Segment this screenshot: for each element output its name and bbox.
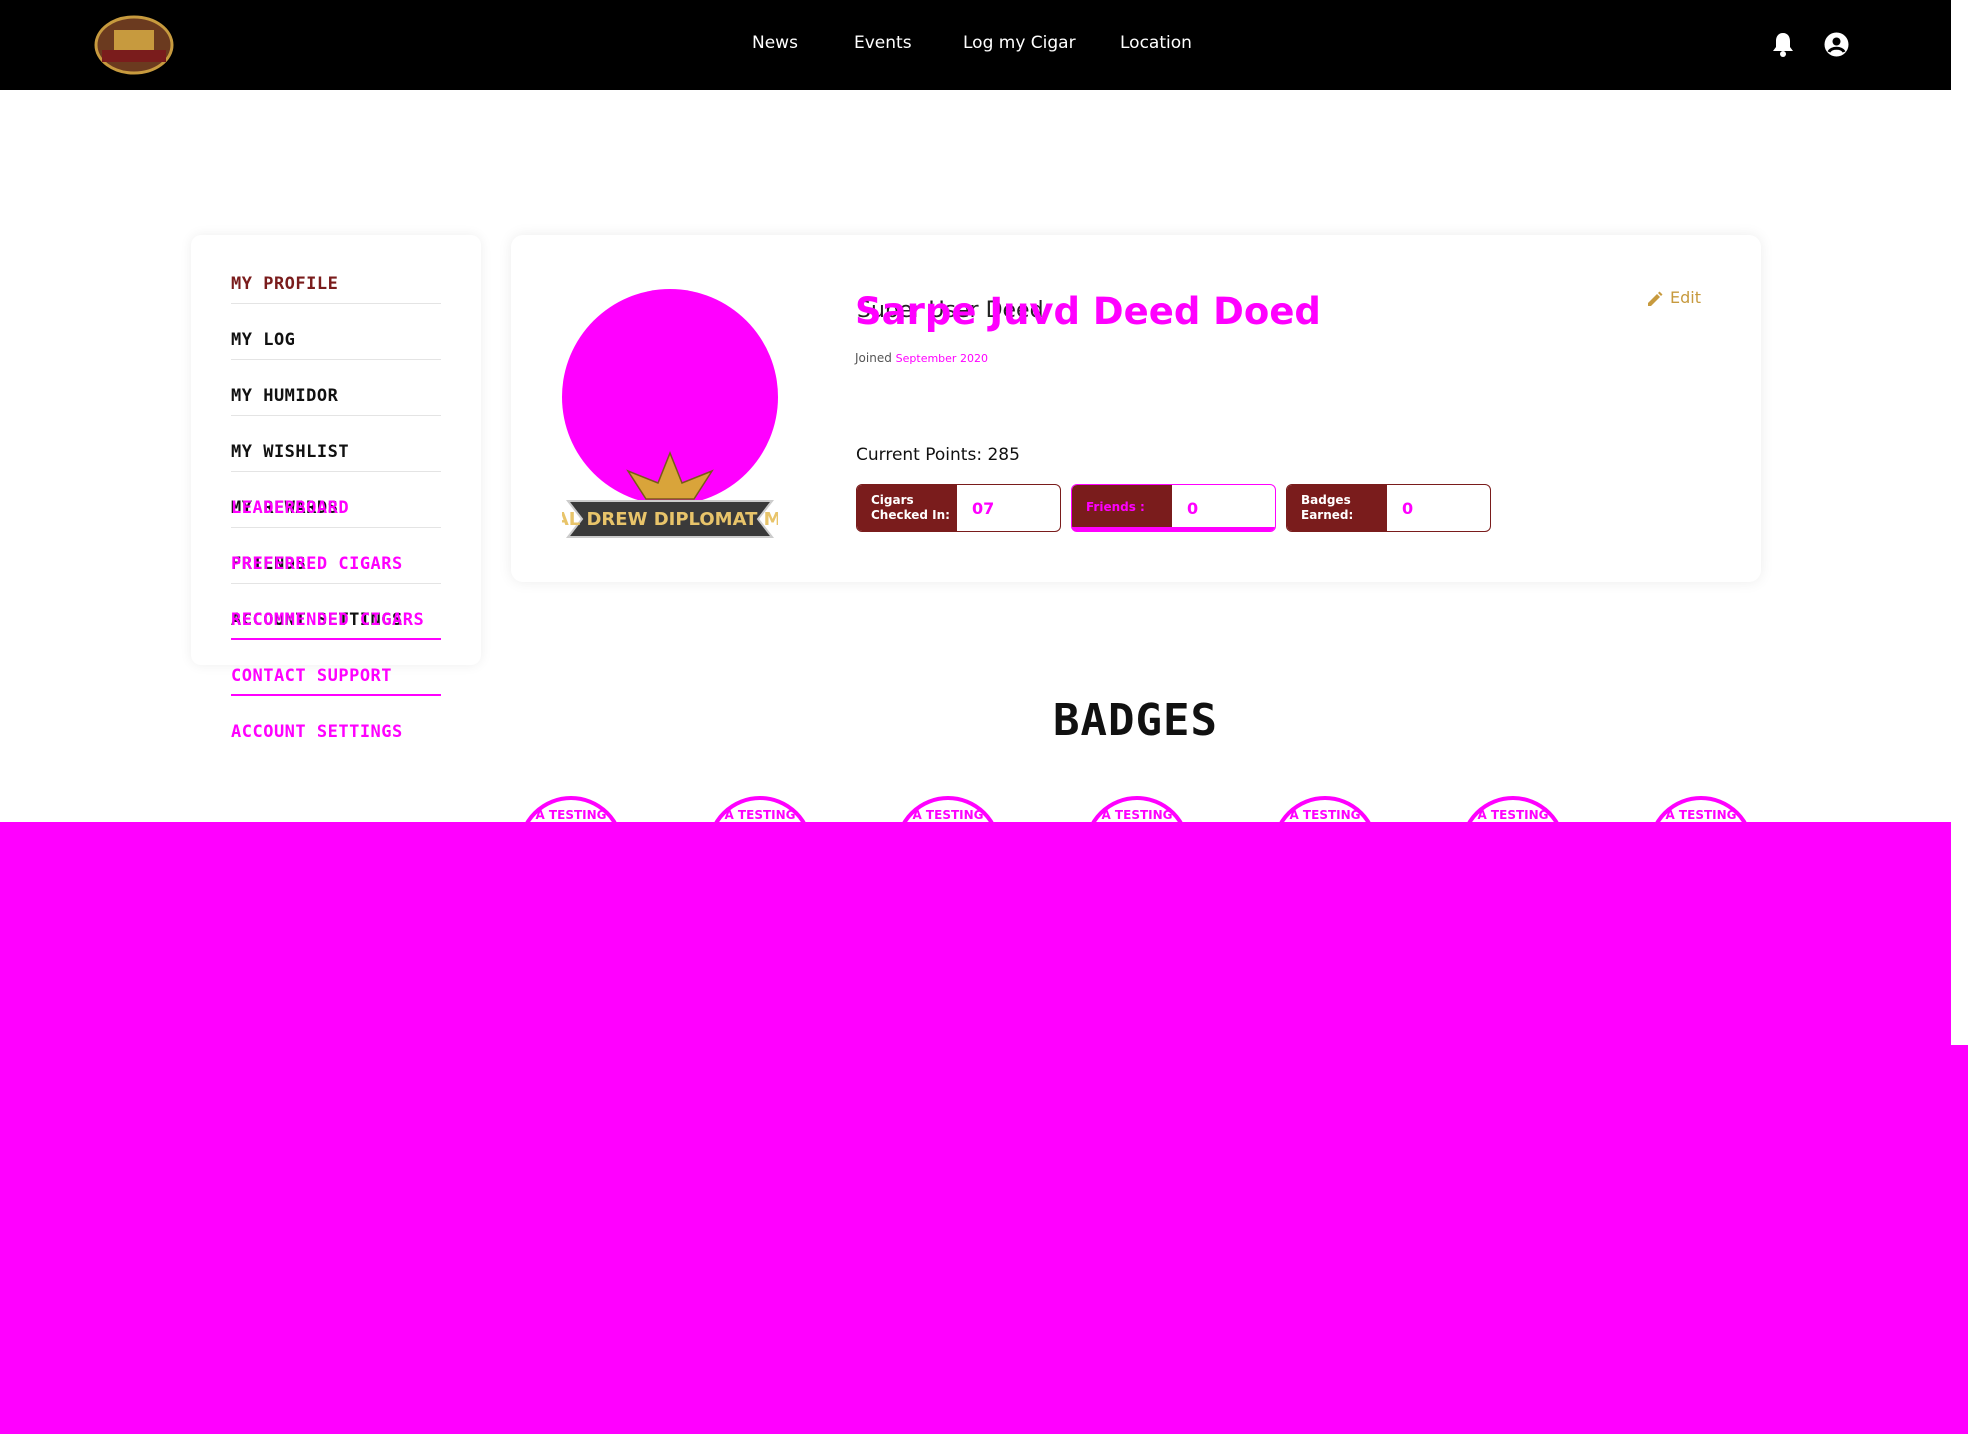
sidebar-item-overlay-label: LEADERBOARD <box>231 498 350 518</box>
stat-label: Friends : <box>1072 485 1172 531</box>
pencil-icon <box>1648 291 1663 306</box>
stat-value: 0 <box>1187 499 1199 518</box>
member-emblem: OFFICIAL DREW DIPLOMAT MEMBER <box>562 450 778 538</box>
stat-underline <box>1072 527 1275 531</box>
joined-date: Joined September 2020 <box>855 351 988 365</box>
sidebar-item-contact-support[interactable]: CONTACT SUPPORT <box>231 656 441 696</box>
sidebar-item-label: MY HUMIDOR <box>231 386 339 406</box>
joined-label: Joined <box>855 351 892 365</box>
badges-heading: BADGES <box>1053 695 1218 746</box>
badge-label: A TESTING <box>1477 808 1549 822</box>
sidebar-item-label: CONTACT SUPPORT <box>231 666 393 686</box>
edge-placeholder-strip <box>1951 1045 1968 1434</box>
stat-label: Cigars Checked In: <box>857 485 957 531</box>
nav-link-news[interactable]: News <box>752 33 798 53</box>
edit-profile-button[interactable]: Edit <box>1646 288 1701 308</box>
sidebar-item-label: MY WISHLIST <box>231 442 350 462</box>
sidebar-item-my-humidor[interactable]: MY HUMIDOR <box>231 376 441 416</box>
sidebar-item-my-rewards[interactable]: MY REWARDS LEADERBOARD <box>231 488 441 528</box>
sidebar-item-friends[interactable]: FRIENDS PREFERRED CIGARS <box>231 544 441 584</box>
edit-label: Edit <box>1670 288 1701 307</box>
profile-name: Sarpe Juvd Deed Doed <box>855 290 1321 333</box>
emblem-text: OFFICIAL DREW DIPLOMAT MEMBER <box>562 509 778 530</box>
nav-link-location[interactable]: Location <box>1120 33 1192 53</box>
badge-label: A TESTING <box>724 808 796 822</box>
sidebar-item-overlay-label: RECOMMENDED CIGARS <box>231 610 425 630</box>
footer-placeholder-region <box>0 822 1951 1434</box>
sidebar-item-my-wishlist[interactable]: MY WISHLIST <box>231 432 441 472</box>
joined-date-value: September 2020 <box>895 352 988 365</box>
top-navigation-bar: News Events Log my Cigar Location <box>0 0 1951 90</box>
badge-label: A TESTING <box>912 808 984 822</box>
sidebar-item-overlay-label: PREFERRED CIGARS <box>231 554 403 574</box>
badge-label: A TESTING <box>1101 808 1173 822</box>
badge-label: A TESTING <box>1289 808 1361 822</box>
current-points: Current Points: 285 <box>856 445 1020 465</box>
nav-link-events[interactable]: Events <box>854 33 912 53</box>
sidebar-item-my-log[interactable]: MY LOG <box>231 320 441 360</box>
drew-diplomat-logo[interactable] <box>92 12 176 78</box>
badge-label: A TESTING <box>535 808 607 822</box>
sidebar-item-account-settings[interactable]: ACCOUNT SETTINGS RECOMMENDED CIGARS <box>231 600 441 640</box>
sidebar-item-label: MY LOG <box>231 330 296 350</box>
stat-value: 0 <box>1402 499 1414 518</box>
avatar[interactable]: OFFICIAL DREW DIPLOMAT MEMBER <box>562 289 778 545</box>
sidebar-item-label: MY PROFILE <box>231 274 339 294</box>
nav-link-log-my-cigar[interactable]: Log my Cigar <box>963 33 1076 53</box>
bell-icon[interactable] <box>1771 31 1795 57</box>
stat-friends: Friends : 0 <box>1071 484 1276 532</box>
user-account-icon[interactable] <box>1824 32 1849 57</box>
sidebar-item-my-profile[interactable]: MY PROFILE <box>231 264 441 304</box>
stat-badges-earned: Badges Earned: 0 <box>1286 484 1491 532</box>
stat-cigars-checked-in: Cigars Checked In: 07 <box>856 484 1061 532</box>
badge-label: A TESTING <box>1665 808 1737 822</box>
stat-label: Badges Earned: <box>1287 485 1387 531</box>
stat-value: 07 <box>972 499 995 518</box>
